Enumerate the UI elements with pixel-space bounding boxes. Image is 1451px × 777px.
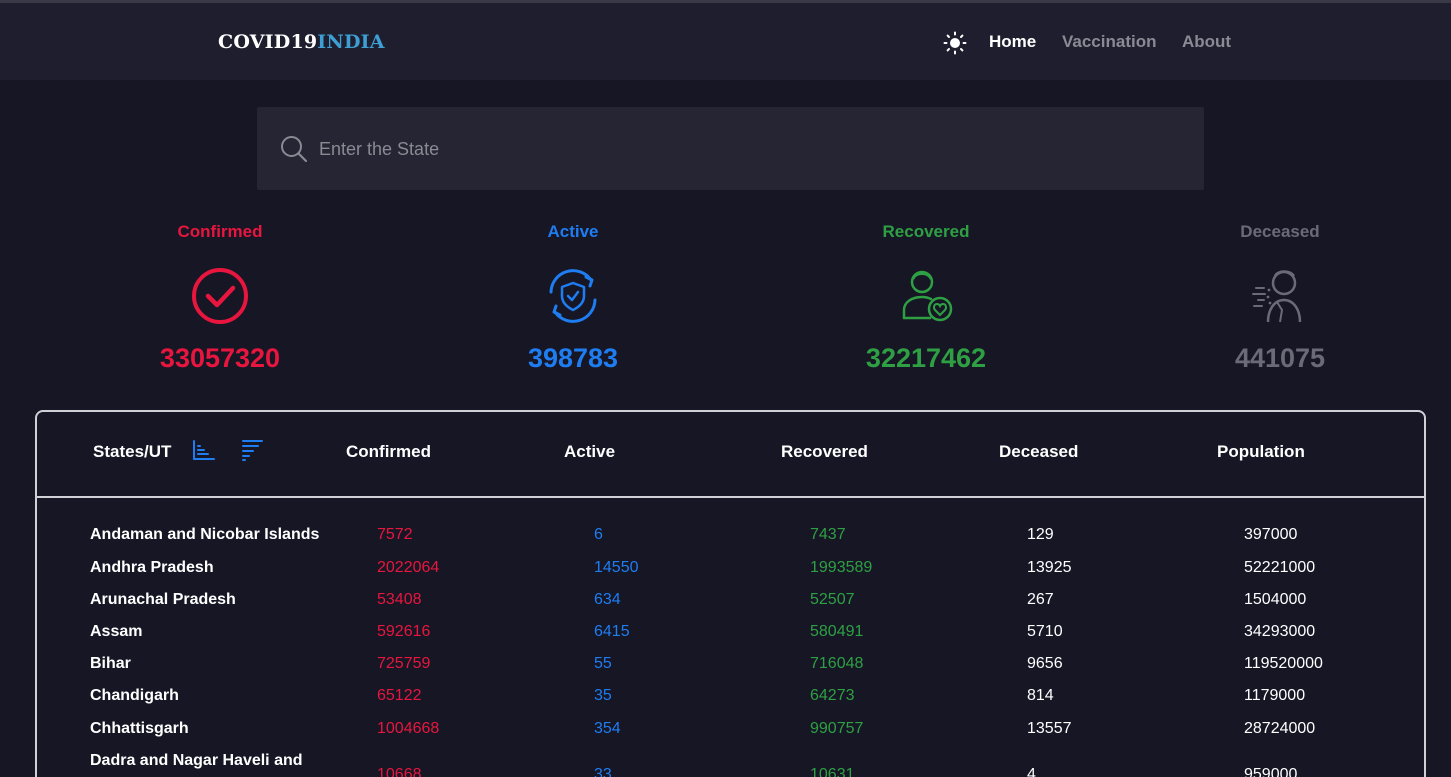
table-row[interactable]: Arunachal Pradesh 53408 634 52507 267 15… [37,591,1424,623]
person-heart-icon [902,270,953,322]
cell-recovered: 580491 [810,623,864,640]
cell-confirmed: 1004668 [377,720,440,737]
cell-state: Chandigarh [90,687,179,704]
cell-recovered: 990757 [810,720,864,737]
cell-confirmed: 2022064 [377,559,440,576]
search-input[interactable] [319,129,1179,169]
cell-state: Dadra and Nagar Haveli and [90,752,303,769]
cell-recovered: 1993589 [810,559,873,576]
cell-confirmed: 592616 [377,623,431,640]
cell-active: 35 [594,687,612,704]
states-table: States/UT Confirmed Active Recovered Dec… [35,410,1426,777]
header-confirmed[interactable]: Confirmed [346,442,431,462]
header-active[interactable]: Active [564,442,615,462]
brand-logo[interactable]: COVID19INDIA [218,31,385,53]
cell-deceased: 5710 [1027,623,1063,640]
cell-confirmed: 65122 [377,687,422,704]
cell-deceased: 4 [1027,766,1036,777]
cell-population: 119520000 [1244,655,1323,672]
cell-recovered: 7437 [810,526,846,543]
cell-state: Assam [90,623,143,640]
cell-population: 397000 [1244,526,1298,543]
stat-active-label: Active [547,222,599,241]
table-row[interactable]: Bihar 725759 55 716048 9656 119520000 [37,655,1424,687]
table-row[interactable]: Andhra Pradesh 2022064 14550 1993589 139… [37,559,1424,591]
brand-part-1: COVID19 [218,31,318,53]
stat-confirmed: Confirmed 33057320 [100,222,340,374]
table-row[interactable]: Chandigarh 65122 35 64273 814 1179000 [37,687,1424,719]
header-states[interactable]: States/UT [93,442,171,462]
cell-deceased: 9656 [1027,655,1063,672]
cell-confirmed: 7572 [377,526,413,543]
cell-active: 33 [594,766,612,777]
stat-recovered-label: Recovered [882,222,970,241]
table-row[interactable]: Chhattisgarh 1004668 354 990757 13557 28… [37,720,1424,752]
cell-population: 1504000 [1244,591,1307,608]
stat-recovered-value: 32217462 [865,343,987,373]
navbar: COVID19INDIA Home Vaccination About [0,3,1451,80]
stat-active: Active 398783 [453,222,693,374]
cell-active: 55 [594,655,612,672]
stat-deceased-value: 441075 [1234,343,1326,373]
cell-state: Chhattisgarh [90,720,189,737]
cell-population: 1179000 [1244,687,1306,704]
person-sick-icon [1252,270,1302,323]
cell-active: 14550 [594,559,639,576]
cell-population: 34293000 [1244,623,1316,640]
stat-confirmed-value: 33057320 [159,343,281,373]
stat-active-value: 398783 [527,343,619,373]
cell-deceased: 814 [1027,687,1054,704]
sort-ascending-icon[interactable] [192,438,216,462]
brand-part-2: INDIA [317,31,385,53]
table-row[interactable]: Dadra and Nagar Haveli and 10668 33 1063… [37,752,1424,777]
cell-deceased: 13557 [1027,720,1072,737]
cell-recovered: 10631 [810,766,855,777]
cell-active: 634 [594,591,621,608]
cell-confirmed: 53408 [377,591,422,608]
table-row[interactable]: Andaman and Nicobar Islands 7572 6 7437 … [37,526,1424,558]
stat-confirmed-label: Confirmed [177,222,263,241]
cell-population: 28724000 [1244,720,1316,737]
cell-population: 959000 [1244,766,1298,777]
cell-deceased: 13925 [1027,559,1072,576]
sort-descending-icon[interactable] [240,438,264,462]
stat-deceased: Deceased 441075 [1160,222,1400,374]
cell-population: 52221000 [1244,559,1316,576]
search-icon[interactable] [279,134,309,164]
cell-deceased: 267 [1027,591,1054,608]
header-recovered[interactable]: Recovered [781,442,868,462]
table-row[interactable]: Assam 592616 6415 580491 5710 34293000 [37,623,1424,655]
search-bar [257,107,1204,190]
stat-recovered: Recovered 32217462 [806,222,1046,374]
cell-recovered: 52507 [810,591,855,608]
table-header: States/UT Confirmed Active Recovered Dec… [37,412,1424,498]
nav-vaccination-link[interactable]: Vaccination [1062,32,1156,52]
stat-deceased-label: Deceased [1240,222,1320,241]
shield-refresh-icon [549,269,597,323]
cell-active: 6415 [594,623,630,640]
nav-home-link[interactable]: Home [989,32,1036,52]
header-population[interactable]: Population [1217,442,1305,462]
check-circle-icon [192,268,248,324]
cell-confirmed: 10668 [377,766,422,777]
cell-deceased: 129 [1027,526,1054,543]
sun-icon[interactable] [943,31,967,55]
cell-recovered: 64273 [810,687,855,704]
cell-state: Andaman and Nicobar Islands [90,526,320,543]
cell-confirmed: 725759 [377,655,431,672]
header-deceased[interactable]: Deceased [999,442,1078,462]
cell-state: Arunachal Pradesh [90,591,236,608]
nav-about-link[interactable]: About [1182,32,1231,52]
cell-active: 354 [594,720,621,737]
cell-recovered: 716048 [810,655,864,672]
cell-active: 6 [594,526,603,543]
cell-state: Andhra Pradesh [90,559,214,576]
cell-state: Bihar [90,655,131,672]
